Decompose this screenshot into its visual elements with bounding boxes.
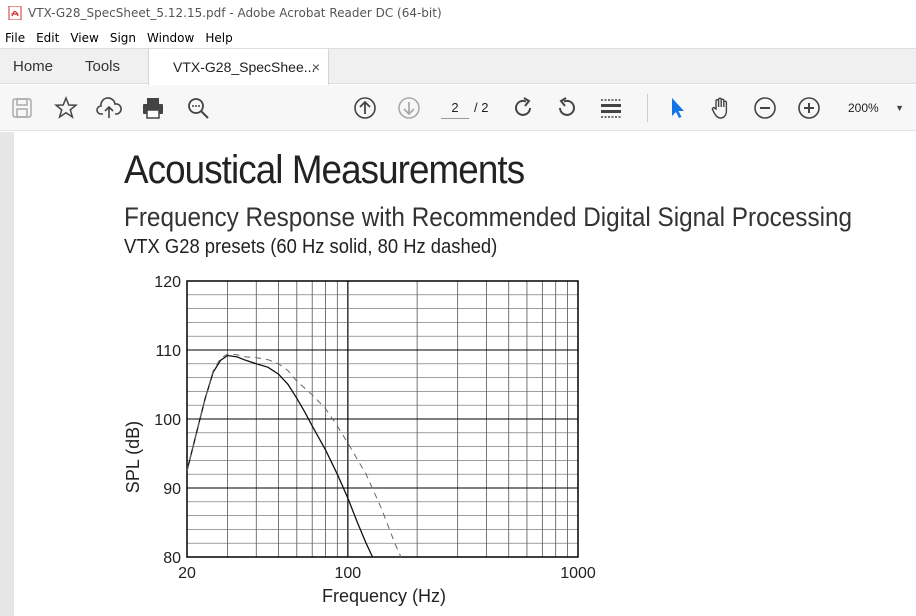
y-tick-label: 90 bbox=[163, 481, 181, 498]
rotate-ccw-icon[interactable] bbox=[554, 95, 580, 121]
tab-home[interactable]: Home bbox=[13, 49, 53, 85]
prev-page-icon[interactable] bbox=[352, 95, 378, 121]
document-viewer[interactable]: Acoustical Measurements Frequency Respon… bbox=[0, 132, 916, 616]
tab-bar: Home Tools VTX-G28_SpecShee... × bbox=[0, 48, 916, 85]
page-subheading: Frequency Response with Recommended Digi… bbox=[124, 202, 853, 232]
zoom-in-icon[interactable] bbox=[796, 95, 822, 121]
bookmark-star-icon[interactable] bbox=[53, 95, 79, 121]
tab-document[interactable]: VTX-G28_SpecShee... × bbox=[148, 49, 329, 85]
y-tick-label: 100 bbox=[154, 412, 181, 429]
scroll-mode-icon[interactable] bbox=[598, 95, 624, 121]
menu-file[interactable]: File bbox=[5, 31, 25, 45]
y-axis-label: SPL (dB) bbox=[123, 421, 143, 493]
frequency-response-chart: 809010011012020 100 1000 SPL (dB) Frequenc… bbox=[123, 274, 596, 606]
zoom-out-icon[interactable] bbox=[752, 95, 778, 121]
menu-view[interactable]: View bbox=[70, 31, 98, 45]
page-total: / 2 bbox=[474, 100, 489, 115]
close-tab-icon[interactable]: × bbox=[312, 49, 320, 85]
rotate-cw-icon[interactable] bbox=[510, 95, 536, 121]
menu-bar: File Edit View Sign Window Help bbox=[0, 28, 916, 48]
menu-sign[interactable]: Sign bbox=[110, 31, 136, 45]
menu-edit[interactable]: Edit bbox=[36, 31, 59, 45]
pdf-page: Acoustical Measurements Frequency Respon… bbox=[14, 132, 916, 616]
print-icon[interactable] bbox=[140, 95, 166, 121]
chart-curves bbox=[186, 353, 402, 558]
select-cursor-icon[interactable] bbox=[664, 95, 690, 121]
x-tick-label: 1000 bbox=[560, 565, 596, 582]
zoom-value: 200% bbox=[848, 101, 879, 115]
x-tick-label: 100 bbox=[335, 565, 362, 582]
page-heading: Acoustical Measurements bbox=[124, 148, 525, 192]
title-bar: VTX-G28_SpecSheet_5.12.15.pdf - Adobe Ac… bbox=[0, 0, 916, 26]
acrobat-icon bbox=[8, 6, 22, 20]
page-number-input[interactable]: 2 bbox=[441, 97, 469, 119]
series-line-80hz-dashed bbox=[186, 353, 402, 558]
tab-document-label: VTX-G28_SpecShee... bbox=[173, 59, 316, 75]
toolbar: 2 / 2 200% ▼ bbox=[0, 85, 916, 131]
window-title: VTX-G28_SpecSheet_5.12.15.pdf - Adobe Ac… bbox=[28, 6, 442, 20]
x-tick-label: 20 bbox=[178, 565, 196, 582]
series-line-60hz-solid bbox=[186, 354, 374, 558]
zoom-select[interactable]: 200% ▼ bbox=[838, 97, 908, 119]
y-tick-label: 120 bbox=[154, 274, 181, 291]
tab-tools[interactable]: Tools bbox=[85, 49, 120, 85]
hand-tool-icon[interactable] bbox=[708, 95, 734, 121]
upload-cloud-icon[interactable] bbox=[96, 95, 122, 121]
chevron-down-icon: ▼ bbox=[895, 103, 904, 113]
find-zoom-icon[interactable] bbox=[185, 95, 211, 121]
x-axis-label: Frequency (Hz) bbox=[322, 586, 446, 606]
save-icon[interactable] bbox=[9, 95, 35, 121]
menu-help[interactable]: Help bbox=[205, 31, 232, 45]
chart-caption: VTX G28 presets (60 Hz solid, 80 Hz dash… bbox=[124, 236, 498, 258]
next-page-icon[interactable] bbox=[396, 95, 422, 121]
y-tick-label: 110 bbox=[155, 343, 181, 360]
menu-window[interactable]: Window bbox=[147, 31, 194, 45]
chart-ticks: 809010011012020 100 1000 bbox=[154, 274, 596, 582]
chart-grid bbox=[186, 280, 579, 558]
toolbar-separator bbox=[647, 94, 648, 122]
